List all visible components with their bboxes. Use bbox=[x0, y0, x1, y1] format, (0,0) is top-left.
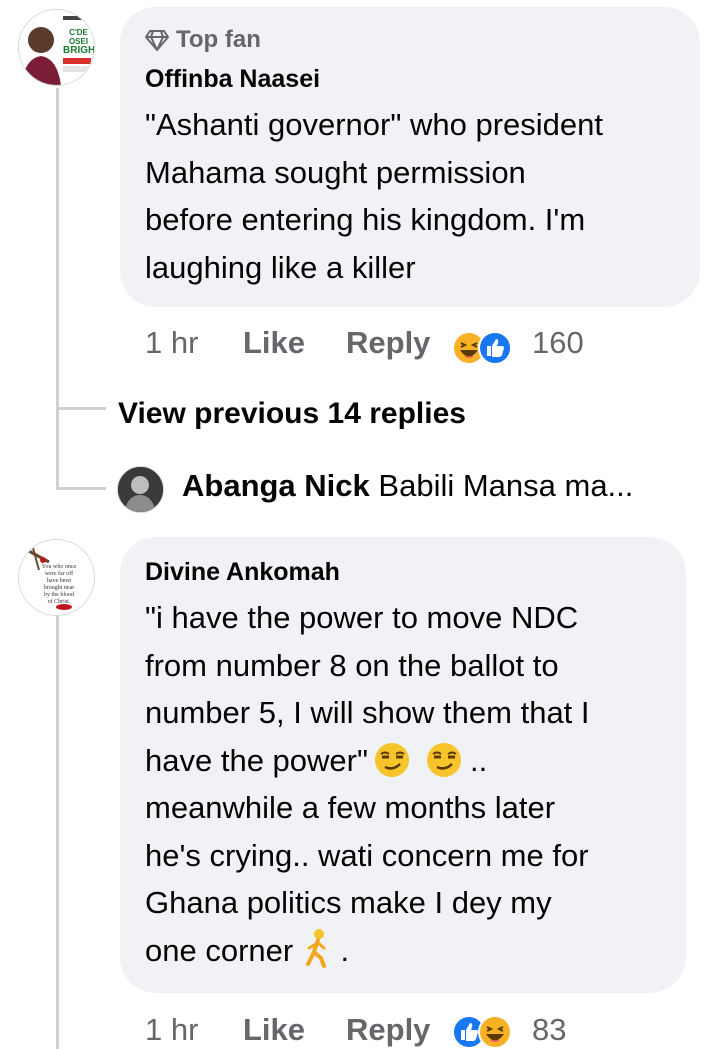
reaction-count: 83 bbox=[532, 1012, 567, 1047]
reply-author[interactable]: Abanga Nick bbox=[182, 468, 370, 503]
reply-avatar-photo-icon bbox=[118, 467, 163, 512]
smirk-emoji-icon bbox=[374, 743, 409, 778]
reply-preview[interactable]: Abanga Nick Babili Mansa ma... bbox=[182, 468, 633, 504]
thread-line-vertical bbox=[56, 88, 59, 488]
comment-line: meanwhile a few months later bbox=[145, 790, 556, 825]
thread-line-vertical-2 bbox=[56, 616, 59, 1049]
comment-line: Mahama sought permission bbox=[145, 154, 526, 190]
avatar-caption: You who once were far off have been brou… bbox=[41, 564, 77, 605]
comment-text: "i have the power to move NDC from numbe… bbox=[145, 594, 590, 974]
comment-line: from number 8 on the ballot to bbox=[145, 647, 559, 683]
reactions-summary[interactable]: 160 bbox=[452, 325, 592, 368]
comment-line: Ghana politics make I dey my bbox=[145, 885, 552, 920]
reply-avatar[interactable] bbox=[117, 466, 164, 513]
haha-reaction-icon bbox=[478, 1015, 512, 1049]
avatar[interactable]: You who once were far off have been brou… bbox=[18, 539, 95, 616]
comment-author[interactable]: Divine Ankomah bbox=[145, 558, 340, 587]
comment-author[interactable]: Offinba Naasei bbox=[145, 65, 320, 94]
reaction-count: 160 bbox=[532, 325, 584, 360]
comment-line: before entering his kingdom. I'm bbox=[145, 202, 586, 237]
top-fan-label: Top fan bbox=[176, 26, 261, 53]
walking-person-emoji-icon bbox=[305, 929, 326, 969]
like-button[interactable]: Like bbox=[243, 325, 305, 361]
smirk-emoji-icon bbox=[426, 743, 461, 778]
comment-line: number 5, I will show them that I bbox=[145, 695, 590, 730]
comment-line: laughing like a killer bbox=[145, 249, 416, 285]
comment-text: "Ashanti governor" who president Mahama … bbox=[145, 101, 603, 291]
like-reaction-icon bbox=[478, 331, 512, 365]
reactions-summary[interactable]: 83 bbox=[452, 1012, 582, 1049]
like-button[interactable]: Like bbox=[243, 1012, 305, 1048]
comment-line: one corner . bbox=[145, 927, 590, 975]
reply-preview-text: Babili Mansa ma... bbox=[378, 468, 634, 503]
comment-line: have the power" .. bbox=[145, 737, 590, 785]
diamond-icon bbox=[145, 30, 169, 51]
avatar-caption: C'DE OSEI BRIGHT bbox=[63, 28, 95, 56]
comment-line: "Ashanti governor" who president bbox=[145, 107, 603, 142]
reply-button[interactable]: Reply bbox=[346, 325, 430, 361]
comment-line: he's crying.. wati concern me for bbox=[145, 837, 589, 873]
thread-line-branch-reply bbox=[56, 487, 106, 490]
avatar[interactable]: C'DE OSEI BRIGHT bbox=[18, 9, 95, 86]
comment-timestamp[interactable]: 1 hr bbox=[145, 325, 198, 361]
comment-line: "i have the power to move NDC bbox=[145, 600, 579, 635]
reply-button[interactable]: Reply bbox=[346, 1012, 430, 1048]
thread-line-branch-view-previous bbox=[56, 407, 106, 410]
comment-timestamp[interactable]: 1 hr bbox=[145, 1012, 198, 1048]
view-previous-replies-link[interactable]: View previous 14 replies bbox=[118, 397, 466, 431]
